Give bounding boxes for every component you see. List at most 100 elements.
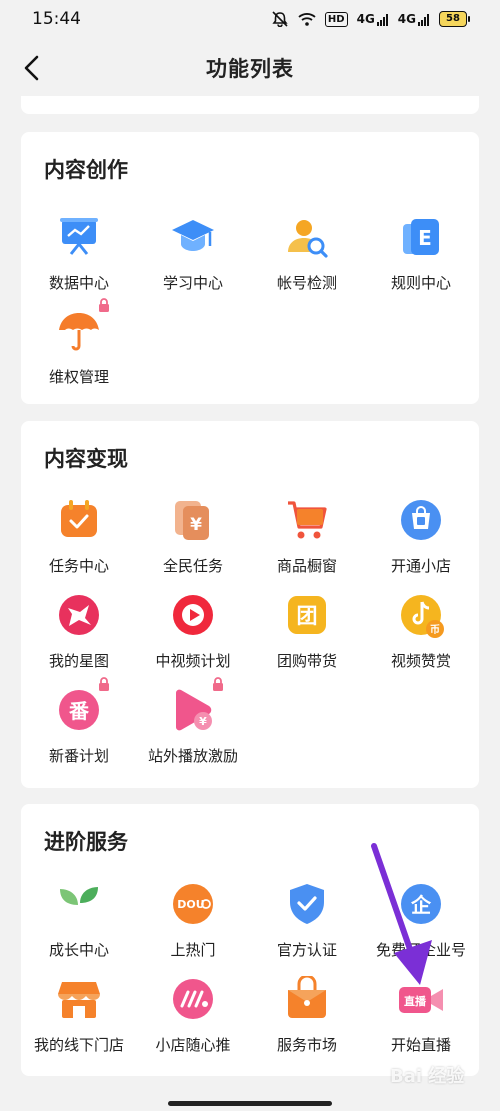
battery-level: 58 (439, 11, 467, 27)
section-title: 进阶服务 (44, 830, 128, 854)
chevron-left-icon (24, 55, 39, 81)
item-growth-center[interactable]: 成长中心 (22, 881, 136, 971)
yen-glyph: ¥ (199, 715, 207, 728)
item-label: 维权管理 (48, 368, 109, 386)
previous-card-bottom (21, 96, 479, 114)
item-star-map[interactable]: 我的星图 (22, 592, 136, 682)
item-offline-store[interactable]: 我的线下门店 (22, 976, 136, 1066)
item-rights-management[interactable]: 维权管理 (22, 298, 136, 398)
shopping-cart-icon (284, 497, 330, 543)
item-group-buy[interactable]: 团 团购带货 (250, 592, 364, 682)
item-new-series-plan[interactable]: 番 新番计划 (22, 677, 136, 777)
signal-label-2: 4G (397, 12, 416, 26)
sprout-icon (56, 881, 102, 927)
item-start-live[interactable]: 直播 开始直播 (364, 976, 478, 1066)
item-data-center[interactable]: 数据中心 (22, 214, 136, 304)
coin-glyph: 币 (430, 624, 440, 636)
status-time: 15:44 (32, 9, 81, 29)
lock-icon (99, 298, 109, 312)
item-service-market[interactable]: 服务市场 (250, 976, 364, 1066)
item-shop-promote[interactable]: 小店随心推 (136, 976, 250, 1066)
battery-icon: 58 (439, 11, 470, 27)
verified-shield-icon (284, 881, 330, 927)
item-label: 帐号检测 (276, 274, 337, 292)
new-series-icon: 番 (56, 677, 109, 733)
play-yen-icon: ¥ (170, 677, 223, 733)
item-label: 我的星图 (48, 652, 109, 670)
item-mid-video-plan[interactable]: 中视频计划 (136, 592, 250, 682)
group-buy-icon: 团 (284, 592, 330, 638)
signal-label-1: 4G (356, 12, 375, 26)
status-bar: 15:44 HD 4G 4G 58 (0, 0, 500, 38)
item-open-shop[interactable]: 开通小店 (364, 497, 478, 587)
yen-cards-icon: ¥ (170, 497, 216, 543)
mute-bell-icon (271, 11, 289, 27)
dou-glyph: DOU (177, 898, 204, 911)
item-label: 学习中心 (162, 274, 223, 292)
video-play-icon (170, 592, 216, 638)
tiktok-coin-icon: 币 (398, 592, 444, 638)
section-title: 内容变现 (44, 447, 128, 471)
lock-icon (213, 677, 223, 691)
item-label: 成长中心 (48, 941, 109, 959)
item-label: 免费开企业号 (375, 941, 466, 959)
item-task-center[interactable]: 任务中心 (22, 497, 136, 587)
group-glyph: 团 (297, 604, 318, 628)
live-camera-icon: 直播 (398, 976, 444, 1022)
rulebook-icon: E (398, 214, 444, 260)
section-content-creation: 内容创作 数据中心 学习中心 帐号检测 E 规则中心 维权管理 (21, 132, 479, 404)
wifi-icon (298, 12, 316, 26)
item-official-verification[interactable]: 官方认证 (250, 881, 364, 971)
back-button[interactable] (16, 52, 48, 84)
enterprise-glyph: 企 (410, 893, 432, 917)
item-label: 我的线下门店 (33, 1036, 124, 1054)
star-map-icon (56, 592, 102, 638)
section-advanced-services: 进阶服务 成长中心 DOU 上热门 官方认证 企 免费开企业号 我的线下门店 小… (21, 804, 479, 1076)
item-label: 站外播放激励 (147, 747, 238, 765)
calendar-check-icon (56, 497, 102, 543)
item-product-showcase[interactable]: 商品橱窗 (250, 497, 364, 587)
service-market-icon (284, 976, 330, 1022)
signal-4g-1: 4G (357, 12, 389, 26)
item-label: 开始直播 (390, 1036, 451, 1054)
new-glyph: 番 (68, 699, 90, 723)
rule-glyph: E (418, 226, 432, 250)
section-content-monetization: 内容变现 任务中心 ¥ 全民任务 商品橱窗 开通小店 我的星图 中视频计划 团 … (21, 421, 479, 788)
item-label: 开通小店 (390, 557, 451, 575)
section-title: 内容创作 (44, 158, 128, 182)
item-offsite-play-incentive[interactable]: ¥ 站外播放激励 (136, 677, 250, 777)
item-label: 新番计划 (48, 747, 109, 765)
item-national-task[interactable]: ¥ 全民任务 (136, 497, 250, 587)
nav-bar: 功能列表 (0, 38, 500, 98)
item-label: 全民任务 (162, 557, 223, 575)
item-label: 商品橱窗 (276, 557, 337, 575)
item-label: 小店随心推 (155, 1036, 231, 1054)
watermark-logo: Bai 经验 (390, 1066, 465, 1087)
item-account-check[interactable]: 帐号检测 (250, 214, 364, 304)
hd-badge: HD (324, 11, 348, 27)
item-label: 服务市场 (276, 1036, 337, 1054)
item-go-trending[interactable]: DOU 上热门 (136, 881, 250, 971)
lock-icon (99, 677, 109, 691)
user-search-icon (284, 214, 330, 260)
signal-4g-2: 4G (398, 12, 430, 26)
item-video-reward[interactable]: 币 视频赞赏 (364, 592, 478, 682)
home-indicator[interactable] (168, 1101, 332, 1106)
item-learning-center[interactable]: 学习中心 (136, 214, 250, 304)
item-label: 团购带货 (276, 652, 337, 670)
promote-icon (170, 976, 216, 1022)
live-glyph: 直播 (404, 994, 427, 1008)
item-label: 任务中心 (48, 557, 109, 575)
status-icons: HD 4G 4G 58 (271, 11, 470, 27)
item-label: 上热门 (170, 941, 216, 959)
item-free-enterprise-account[interactable]: 企 免费开企业号 (364, 881, 478, 971)
umbrella-icon (56, 298, 109, 354)
item-label: 中视频计划 (155, 652, 231, 670)
presentation-chart-icon (56, 214, 102, 260)
item-label: 视频赞赏 (390, 652, 451, 670)
storefront-icon (56, 976, 102, 1022)
item-rule-center[interactable]: E 规则中心 (364, 214, 478, 304)
page-title: 功能列表 (206, 57, 294, 81)
yen-glyph: ¥ (190, 515, 202, 535)
item-label: 规则中心 (390, 274, 451, 292)
